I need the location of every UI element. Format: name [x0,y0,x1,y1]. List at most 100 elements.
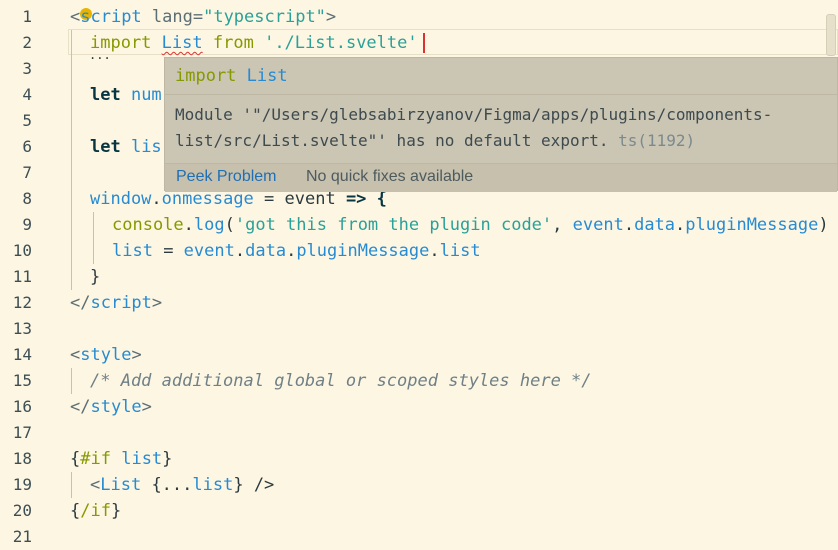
code-line-6: let lis [90,134,162,160]
code-token: { [70,501,81,521]
code-token: } [162,449,173,469]
code-token: window [90,189,152,209]
hover-tooltip: import List Module '"/Users/glebsabirzya… [164,57,838,192]
code-token: . [151,189,162,209]
text-cursor [423,33,425,53]
line-number: 16 [12,397,32,416]
code-token: #if [80,449,111,469]
code-line-18: {#if list} [70,446,172,472]
code-token: script [90,293,152,313]
code-editor[interactable]: 1 2 3 4 5 6 7 8 9 10 11 12 13 14 15 16 1… [0,0,838,550]
line-number-gutter: 1 2 3 4 5 6 7 8 9 10 11 12 13 14 15 16 1… [0,0,56,550]
hover-message: Module '"/Users/glebsabirzyanov/Figma/ap… [175,102,825,154]
code-token: style [90,397,142,417]
code-token: < [70,7,81,27]
code-token: event [183,241,235,261]
code-token: lis [120,137,162,157]
code-token: {... [141,475,193,495]
code-token: /if [80,501,111,521]
code-token: list [112,241,153,261]
line-number: 19 [12,475,32,494]
code-token: list [121,449,163,469]
error-code: ts(1192) [618,131,696,150]
fold-dots: ... [89,48,111,62]
code-token: < [70,345,81,365]
code-line-16: </style> [70,394,152,420]
code-token: event [284,189,336,209]
line-number: 8 [22,189,32,208]
no-quick-fixes-label: No quick fixes available [306,168,474,185]
code-token: . [675,215,686,235]
code-token: < [90,475,101,495]
code-line-2: import List from './List.svelte' [90,30,418,56]
line-number: 10 [12,241,32,260]
hover-actions-bar: Peek Problem No quick fixes available [165,163,837,192]
hover-signature-keyword: import [175,66,237,86]
code-comment: /* Add additional global or scoped style… [90,371,592,391]
code-token: . [286,241,297,261]
code-token: ( [224,215,235,235]
code-token: } /> [233,475,275,495]
line-number: 6 [22,137,32,156]
line-number: 4 [22,85,32,104]
code-token: List [100,475,142,495]
code-line-1: <script lang="typescript"> [70,4,336,30]
code-token: from [212,33,254,53]
code-token: "typescript" [203,7,326,27]
code-token: num [120,85,162,105]
line-number: 13 [12,319,32,338]
code-line-9: console.log('got this from the plugin co… [112,212,829,238]
code-token: > [131,345,142,365]
code-line-10: list = event.data.pluginMessage.list [112,238,481,264]
code-token: } [110,501,122,521]
code-token: . [183,215,194,235]
line-number: 7 [22,163,32,182]
line-number: 12 [12,293,32,312]
line-number: 5 [22,111,32,130]
code-token: } [90,267,101,287]
code-token: event [572,215,624,235]
code-token: = [253,189,285,209]
code-line-11: } [90,264,100,290]
code-token: pluginMessage [685,215,819,235]
line-number: 21 [12,527,32,546]
code-line-19: <List {...list} /> [90,472,274,498]
code-token: </ [70,293,91,313]
code-token: script [80,7,142,27]
code-token: , [552,215,573,235]
line-number: 3 [22,59,32,78]
code-line-20: {/if} [70,498,121,524]
line-number: 15 [12,371,32,390]
hover-divider [165,94,837,95]
code-token: . [429,241,440,261]
code-token: > [325,7,337,27]
line-number: 18 [12,449,32,468]
line-number: 20 [12,501,32,520]
code-token: 'got this from the plugin code' [234,215,553,235]
line-number: 11 [12,267,32,286]
line-number: 17 [12,423,32,442]
code-token: lang= [141,7,204,27]
code-line-12: </script> [70,290,162,316]
code-token-error[interactable]: List [162,33,203,53]
code-token: > [141,397,152,417]
code-token: </ [70,397,91,417]
hover-signature: import List [175,66,288,86]
line-number: 9 [22,215,32,234]
code-line-14: <style> [70,342,142,368]
code-token: list [192,475,234,495]
code-token: => { [335,189,387,209]
line-number: 1 [22,7,32,26]
code-token: onmessage [161,189,254,209]
code-token: './List.svelte' [264,33,418,53]
code-line-15: /* Add additional global or scoped style… [90,368,592,394]
code-token: { [70,449,81,469]
peek-problem-link[interactable]: Peek Problem [176,168,277,186]
line-number: 2 [22,33,32,52]
code-line-4: let num [90,82,162,108]
code-token: let [90,85,121,105]
scrollbar-thumb[interactable] [826,14,836,56]
